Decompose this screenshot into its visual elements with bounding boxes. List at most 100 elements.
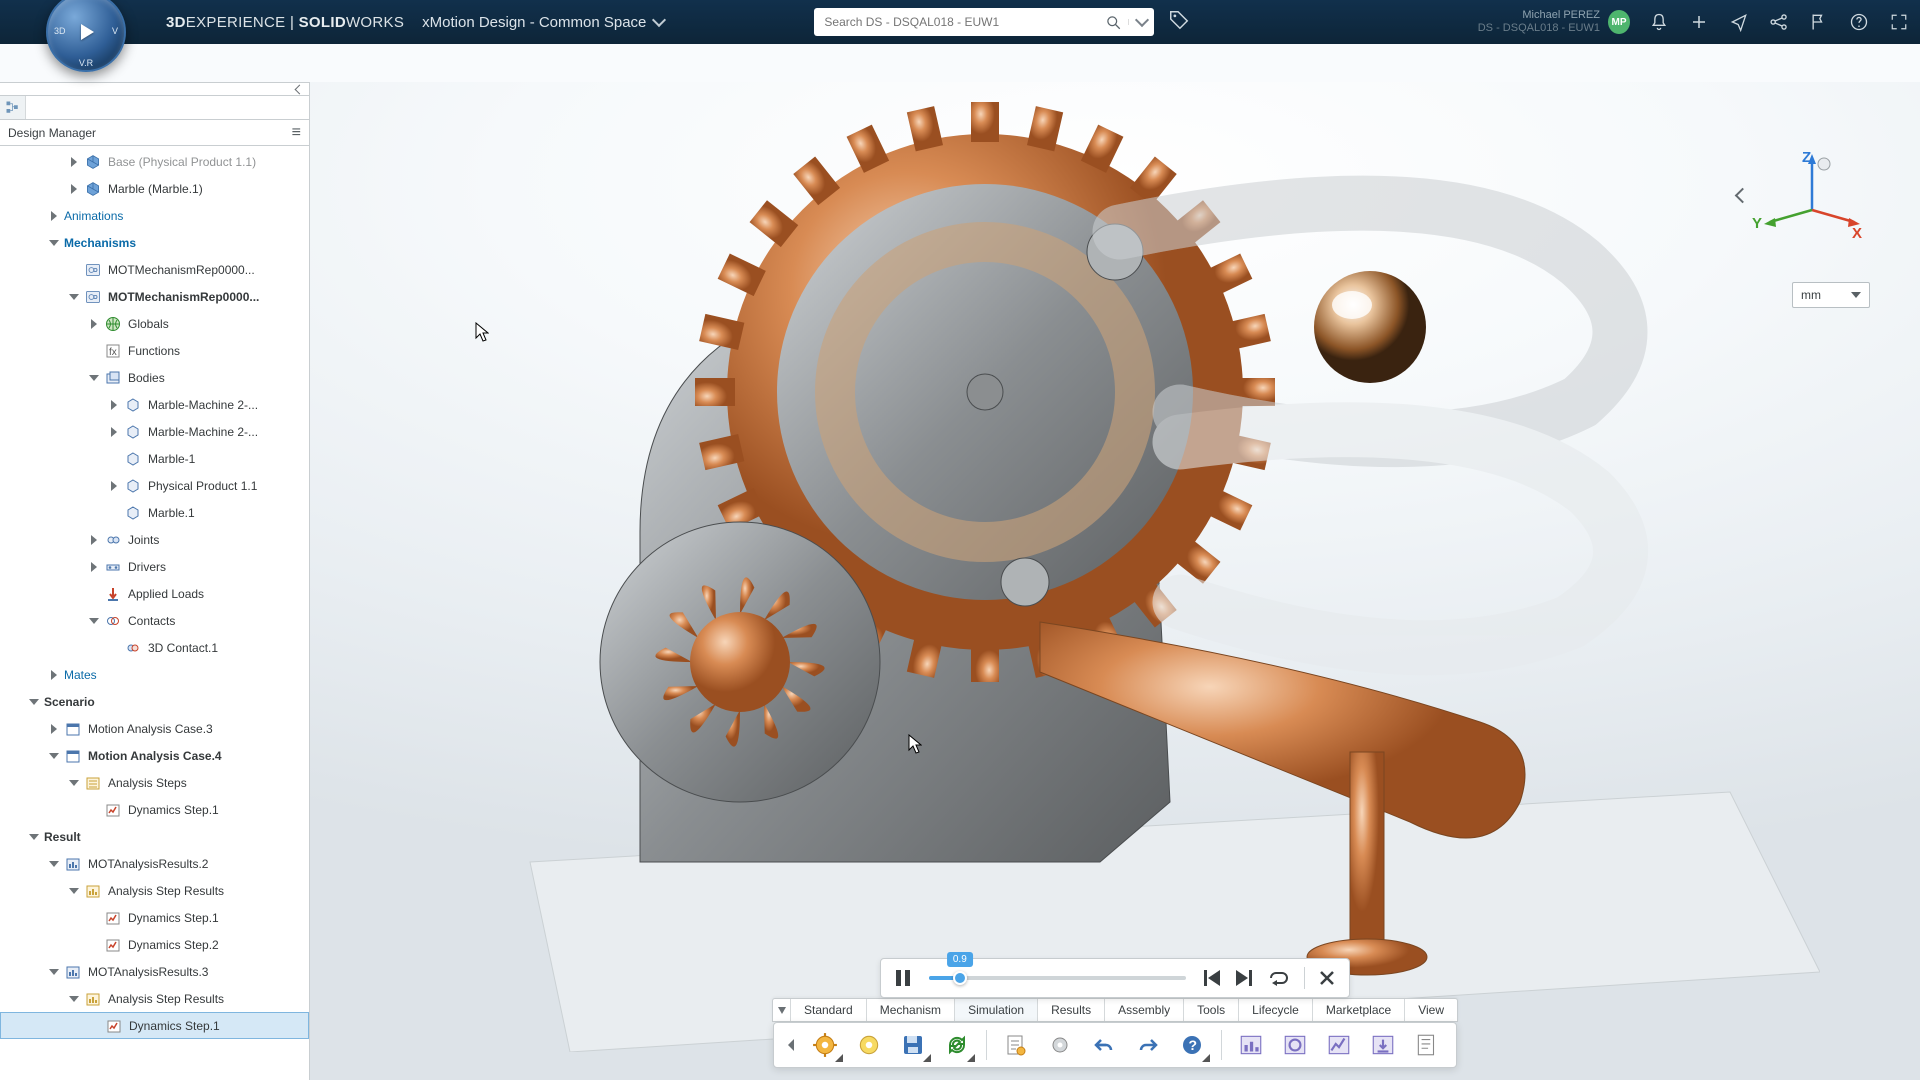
- unit-selector[interactable]: mm: [1792, 282, 1870, 308]
- expand-toggle[interactable]: [48, 858, 60, 870]
- expand-toggle[interactable]: [48, 210, 60, 222]
- tab-assembly[interactable]: Assembly: [1105, 999, 1184, 1021]
- expand-toggle[interactable]: [88, 561, 100, 573]
- tree-row[interactable]: MOTAnalysisResults.2: [0, 850, 309, 877]
- tree-row[interactable]: Physical Product 1.1: [0, 472, 309, 499]
- tree-row[interactable]: MOTAnalysisResults.3: [0, 958, 309, 985]
- tab-marketplace[interactable]: Marketplace: [1313, 999, 1405, 1021]
- tree-row[interactable]: Motion Analysis Case.4: [0, 742, 309, 769]
- tree-row[interactable]: Analysis Steps: [0, 769, 309, 796]
- tree-row[interactable]: Analysis Step Results: [0, 877, 309, 904]
- tree-row[interactable]: Drivers: [0, 553, 309, 580]
- tree-row[interactable]: Result: [0, 823, 309, 850]
- result-export-button[interactable]: [1364, 1027, 1402, 1063]
- fullscreen-button[interactable]: [1888, 11, 1910, 33]
- design-tree[interactable]: Base (Physical Product 1.1)Marble (Marbl…: [0, 146, 310, 1080]
- tree-row[interactable]: Dynamics Step.2: [0, 931, 309, 958]
- help-button[interactable]: [1848, 11, 1870, 33]
- tree-row[interactable]: Applied Loads: [0, 580, 309, 607]
- tree-row[interactable]: Contacts: [0, 607, 309, 634]
- tree-row[interactable]: Marble (Marble.1): [0, 175, 309, 202]
- tree-row[interactable]: Animations: [0, 202, 309, 229]
- refresh-button[interactable]: [938, 1027, 976, 1063]
- tree-row[interactable]: Bodies: [0, 364, 309, 391]
- expand-toggle[interactable]: [68, 156, 80, 168]
- viewport-3d[interactable]: Z X Y mm: [310, 82, 1920, 1080]
- tree-row[interactable]: Analysis Step Results: [0, 985, 309, 1012]
- step-back-button[interactable]: [1204, 970, 1222, 986]
- tree-row[interactable]: MOTMechanismRep0000...: [0, 283, 309, 310]
- tree-row[interactable]: Mates: [0, 661, 309, 688]
- expand-toggle[interactable]: [68, 993, 80, 1005]
- search-button[interactable]: [1098, 15, 1128, 30]
- tab-results[interactable]: Results: [1038, 999, 1105, 1021]
- close-playback-button[interactable]: [1319, 970, 1335, 986]
- result-plot-button[interactable]: [1320, 1027, 1358, 1063]
- expand-toggle[interactable]: [28, 831, 40, 843]
- expand-toggle[interactable]: [68, 777, 80, 789]
- undo-button[interactable]: [1085, 1027, 1123, 1063]
- edit-props-button[interactable]: [997, 1027, 1035, 1063]
- expand-toggle[interactable]: [48, 966, 60, 978]
- tree-row[interactable]: Globals: [0, 310, 309, 337]
- tree-row[interactable]: Marble-Machine 2-...: [0, 391, 309, 418]
- search-scope-dropdown[interactable]: [1128, 19, 1154, 25]
- panel-collapse-strip[interactable]: [0, 82, 310, 96]
- add-button[interactable]: [1688, 11, 1710, 33]
- tree-row[interactable]: MOTMechanismRep0000...: [0, 256, 309, 283]
- expand-toggle[interactable]: [88, 615, 100, 627]
- tab-view[interactable]: View: [1405, 999, 1457, 1021]
- panel-menu-button[interactable]: ≡: [292, 124, 301, 142]
- avatar-button[interactable]: MP: [1608, 11, 1630, 33]
- tree-row[interactable]: Marble.1: [0, 499, 309, 526]
- tree-row[interactable]: Marble-Machine 2-...: [0, 418, 309, 445]
- expand-toggle[interactable]: [68, 183, 80, 195]
- tab-mechanism[interactable]: Mechanism: [867, 999, 955, 1021]
- tag-button[interactable]: [1168, 9, 1190, 36]
- expand-toggle[interactable]: [88, 318, 100, 330]
- view-triad[interactable]: Z X Y: [1742, 150, 1862, 260]
- tabs-collapse-button[interactable]: [773, 999, 791, 1021]
- toolbar-collapse-button[interactable]: [784, 1027, 798, 1063]
- tree-row[interactable]: Joints: [0, 526, 309, 553]
- expand-toggle[interactable]: [68, 291, 80, 303]
- tab-simulation[interactable]: Simulation: [955, 999, 1038, 1021]
- tree-row[interactable]: Dynamics Step.1: [0, 1012, 309, 1039]
- loop-button[interactable]: [1268, 970, 1290, 986]
- collaborate-button[interactable]: [1768, 11, 1790, 33]
- panel-tab-tree[interactable]: [0, 96, 26, 119]
- pause-button[interactable]: [895, 969, 911, 987]
- result-frame-button[interactable]: [1276, 1027, 1314, 1063]
- tree-row[interactable]: fxFunctions: [0, 337, 309, 364]
- tree-row[interactable]: Scenario: [0, 688, 309, 715]
- step-forward-button[interactable]: [1236, 970, 1254, 986]
- share-button[interactable]: [1728, 11, 1750, 33]
- save-button[interactable]: [894, 1027, 932, 1063]
- tab-lifecycle[interactable]: Lifecycle: [1239, 999, 1313, 1021]
- redo-button[interactable]: [1129, 1027, 1167, 1063]
- expand-toggle[interactable]: [48, 750, 60, 762]
- tree-row[interactable]: Mechanisms: [0, 229, 309, 256]
- time-slider[interactable]: 0.9: [929, 976, 1186, 980]
- expand-toggle[interactable]: [48, 723, 60, 735]
- result-case-button[interactable]: [1232, 1027, 1270, 1063]
- mechanism-gear-button[interactable]: [850, 1027, 888, 1063]
- expand-toggle[interactable]: [88, 534, 100, 546]
- expand-toggle[interactable]: [68, 885, 80, 897]
- mechanism-settings-button[interactable]: [806, 1027, 844, 1063]
- tab-standard[interactable]: Standard: [791, 999, 867, 1021]
- workspace-dropdown[interactable]: xMotion Design - Common Space: [422, 14, 664, 31]
- slider-thumb[interactable]: [953, 971, 967, 985]
- settings-button[interactable]: [1041, 1027, 1079, 1063]
- tree-row[interactable]: Base (Physical Product 1.1): [0, 148, 309, 175]
- search-input[interactable]: [814, 15, 1098, 29]
- tree-row[interactable]: Marble-1: [0, 445, 309, 472]
- result-notes-button[interactable]: [1408, 1027, 1446, 1063]
- expand-toggle[interactable]: [108, 426, 120, 438]
- tree-row[interactable]: Motion Analysis Case.3: [0, 715, 309, 742]
- tree-row[interactable]: Dynamics Step.1: [0, 904, 309, 931]
- notifications-button[interactable]: [1648, 11, 1670, 33]
- tab-tools[interactable]: Tools: [1184, 999, 1239, 1021]
- expand-toggle[interactable]: [108, 399, 120, 411]
- help-button[interactable]: ?: [1173, 1027, 1211, 1063]
